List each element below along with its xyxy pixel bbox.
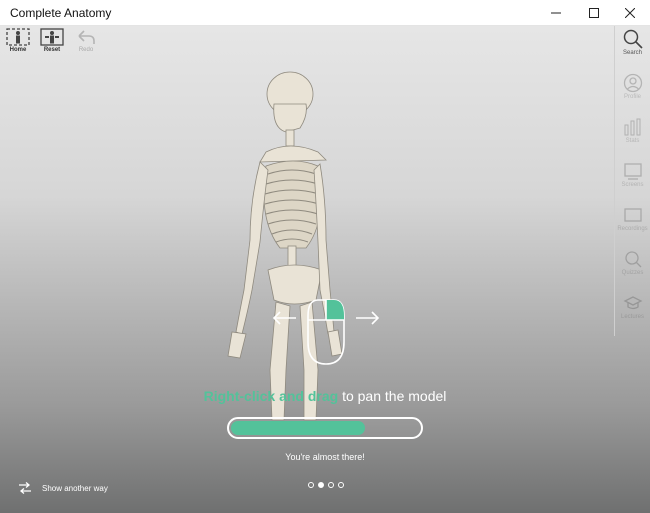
- recordings-icon: [623, 208, 642, 222]
- minimize-icon: [551, 12, 561, 14]
- mouse-icon: [307, 299, 345, 365]
- sidebar-item-stats[interactable]: Stats: [615, 114, 650, 158]
- close-button[interactable]: [612, 0, 648, 26]
- redo-label: Redo: [78, 47, 94, 53]
- sidebar-item-label: Screens: [621, 182, 644, 188]
- encouragement-text: You're almost there!: [285, 452, 365, 462]
- quizzes-icon: [624, 251, 641, 268]
- 3d-viewport[interactable]: Home Reset Redo Search Profile Stats Scr…: [0, 26, 650, 513]
- tutorial-instruction: Right-click and drag to pan the model: [0, 388, 650, 404]
- mouse-pan-illustration: [272, 299, 380, 365]
- page-dot[interactable]: [328, 482, 334, 488]
- skeleton-model[interactable]: [210, 70, 370, 430]
- sidebar-item-quizzes[interactable]: Quizzes: [615, 246, 650, 290]
- minimize-button[interactable]: [538, 0, 574, 26]
- window-title: Complete Anatomy: [10, 6, 112, 20]
- swap-arrows-icon: [19, 482, 31, 494]
- maximize-button[interactable]: [576, 0, 612, 26]
- sidebar-item-label: Lectures: [620, 314, 644, 320]
- search-icon: [623, 29, 643, 49]
- profile-icon: [623, 73, 642, 93]
- reset-view-icon: [40, 28, 64, 46]
- page-dot[interactable]: [338, 482, 344, 488]
- sidebar-item-recordings[interactable]: Recordings: [615, 202, 650, 246]
- home-label: Home: [9, 47, 27, 53]
- sidebar-item-label: Recordings: [617, 226, 648, 232]
- reset-label: Reset: [43, 47, 61, 53]
- sidebar-item-label: Profile: [623, 94, 641, 100]
- page-dot[interactable]: [318, 482, 324, 488]
- maximize-icon: [589, 8, 599, 18]
- progress-fill: [231, 421, 366, 435]
- home-view-icon: [6, 28, 30, 46]
- sidebar-item-label: Quizzes: [621, 270, 644, 276]
- title-bar: Complete Anatomy: [0, 0, 650, 26]
- close-icon: [625, 8, 635, 18]
- instruction-highlight: Right-click and drag: [203, 388, 339, 404]
- reset-button[interactable]: Reset: [38, 28, 66, 53]
- screens-icon: [623, 163, 642, 180]
- show-another-way-button[interactable]: Show another way: [18, 482, 108, 494]
- undo-arrow-icon: [78, 30, 95, 44]
- sidebar-item-profile[interactable]: Profile: [615, 70, 650, 114]
- page-dot[interactable]: [308, 482, 314, 488]
- sidebar-item-label: Stats: [625, 138, 640, 144]
- tutorial-page-dots: [308, 482, 344, 488]
- stats-icon: [624, 118, 640, 136]
- home-button[interactable]: Home: [4, 28, 32, 53]
- sidebar-item-lectures[interactable]: Lectures: [615, 290, 650, 334]
- sidebar-item-search[interactable]: Search: [615, 26, 650, 70]
- lectures-icon: [623, 296, 642, 310]
- tutorial-progress-bar: [227, 417, 423, 439]
- right-sidebar: Search Profile Stats Screens Recordings …: [614, 26, 650, 336]
- right-arrow-icon: [356, 311, 380, 325]
- left-arrow-icon: [272, 311, 296, 325]
- sidebar-item-screens[interactable]: Screens: [615, 158, 650, 202]
- show-another-way-label: Show another way: [42, 483, 108, 493]
- instruction-text: to pan the model: [338, 388, 447, 404]
- sidebar-item-label: Search: [622, 50, 642, 56]
- top-toolbar: Home Reset Redo: [4, 28, 100, 53]
- redo-button[interactable]: Redo: [72, 28, 100, 53]
